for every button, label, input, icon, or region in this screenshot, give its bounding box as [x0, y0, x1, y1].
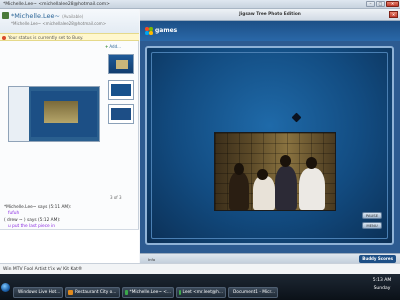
task-restaurant-city[interactable]: Restaurant City o...	[65, 287, 120, 298]
photo-person-4	[299, 168, 325, 210]
advertisement-bar[interactable]: Win MTV Fool Artist t'ix w/ Kit Kat®	[0, 263, 400, 274]
display-picture-contact[interactable]	[108, 54, 134, 74]
close-button[interactable]: ✕	[386, 1, 399, 7]
window-controls: – □ ✕	[366, 1, 399, 7]
browser-icon	[68, 290, 73, 295]
busy-notice-text: Your status is currently set to Busy.	[8, 35, 84, 41]
busy-notice[interactable]: Your status is currently set to Busy.	[0, 33, 139, 41]
window-titlebar: *Michelle.Lee~ <michellalee28@hotmail.co…	[0, 0, 400, 9]
display-picture-thumb-2[interactable]	[108, 80, 134, 100]
photo-person-3	[275, 166, 297, 210]
task-label: Windows Live Hot...	[18, 289, 61, 295]
photo-head-4	[306, 157, 317, 169]
task-michelle-chat[interactable]: *Michelle.Lee~ <...	[122, 287, 174, 298]
photo-head-3	[280, 155, 291, 167]
window-title: *Michelle.Lee~ <michellalee28@hotmail.co…	[3, 2, 110, 7]
system-tray-clock[interactable]: 5:13 AM Sunday	[366, 277, 398, 293]
photo-head-1	[234, 163, 244, 175]
photo-person-1	[229, 172, 249, 210]
conversation-pane: *Michelle.Lee~ (Available) *Michelle.Lee…	[0, 9, 139, 263]
task-label: Leet <mr.leet@h...	[182, 289, 223, 295]
taskbar: Windows Live Hot... Restaurant City o...…	[0, 274, 400, 300]
busy-status-icon	[2, 35, 6, 40]
menu-button[interactable]: MENU	[362, 222, 382, 229]
minimize-button[interactable]: –	[366, 1, 375, 7]
contact-header: *Michelle.Lee~ (Available) *Michelle.Lee…	[0, 9, 139, 33]
preview-photo	[44, 101, 78, 123]
photo-person-2	[253, 176, 275, 210]
game-panel: Jigsaw Tree Photo Edition ✕ games PAUSE …	[140, 9, 400, 263]
ad-text[interactable]: Win MTV Fool Artist t'ix w/ Kit Kat®	[3, 267, 82, 272]
task-leet-chat[interactable]: Leet <mr.leet@h...	[176, 287, 226, 298]
maximize-button[interactable]: □	[376, 1, 385, 7]
task-label: *Michelle.Lee~ <...	[129, 289, 171, 295]
task-word-document[interactable]: Document1 - Micr...	[228, 287, 278, 298]
photo-head-2	[257, 169, 268, 180]
task-windows-live-hotmail[interactable]: Windows Live Hot...	[13, 287, 63, 298]
game-footer-text[interactable]: Info	[148, 257, 155, 262]
add-link[interactable]: +Add...	[105, 44, 121, 49]
buddy-scores-badge[interactable]: Buddy Scores	[359, 255, 396, 263]
games-logo-icon	[145, 27, 153, 35]
game-titlebar: Jigsaw Tree Photo Edition ✕	[140, 9, 400, 21]
game-close-button[interactable]: ✕	[389, 11, 398, 18]
game-title: Jigsaw Tree Photo Edition	[239, 12, 301, 17]
messenger-icon	[179, 290, 181, 295]
taskbar-tasks: Windows Live Hot... Restaurant City o...…	[13, 287, 278, 298]
completed-puzzle-photo[interactable]	[214, 132, 336, 211]
pause-button[interactable]: PAUSE	[362, 212, 382, 219]
task-label: Restaurant City o...	[75, 289, 117, 295]
games-brand-label: games	[155, 27, 178, 34]
task-label: Document1 - Micr...	[233, 289, 276, 295]
contact-email: *Michelle.Lee~ <michellalee28@hotmail.co…	[11, 21, 107, 26]
shared-screen-preview	[8, 86, 100, 142]
game-footer: Info Buddy Scores	[140, 253, 400, 263]
add-label: Add...	[109, 44, 121, 49]
preview-sidebar	[9, 87, 29, 141]
contact-status: (Available)	[62, 14, 84, 19]
game-header: games	[140, 21, 400, 41]
messenger-icon	[125, 290, 128, 295]
page-indicator: 3 of 3	[110, 195, 122, 200]
message-input[interactable]	[0, 229, 139, 263]
jigsaw-board[interactable]: PAUSE MENU	[145, 46, 394, 245]
clock-day: Sunday	[373, 286, 391, 291]
start-button[interactable]	[1, 283, 10, 292]
contact-status-icon	[2, 12, 9, 19]
contact-name-line: *Michelle.Lee~ (Available)	[11, 12, 83, 20]
display-picture-thumb-3[interactable]	[108, 104, 134, 124]
clock-time: 5:13 AM	[372, 278, 392, 283]
display-pictures-column: +Add...	[105, 44, 138, 164]
add-icon: +	[105, 44, 109, 49]
contact-name[interactable]: *Michelle.Lee~	[11, 12, 60, 20]
